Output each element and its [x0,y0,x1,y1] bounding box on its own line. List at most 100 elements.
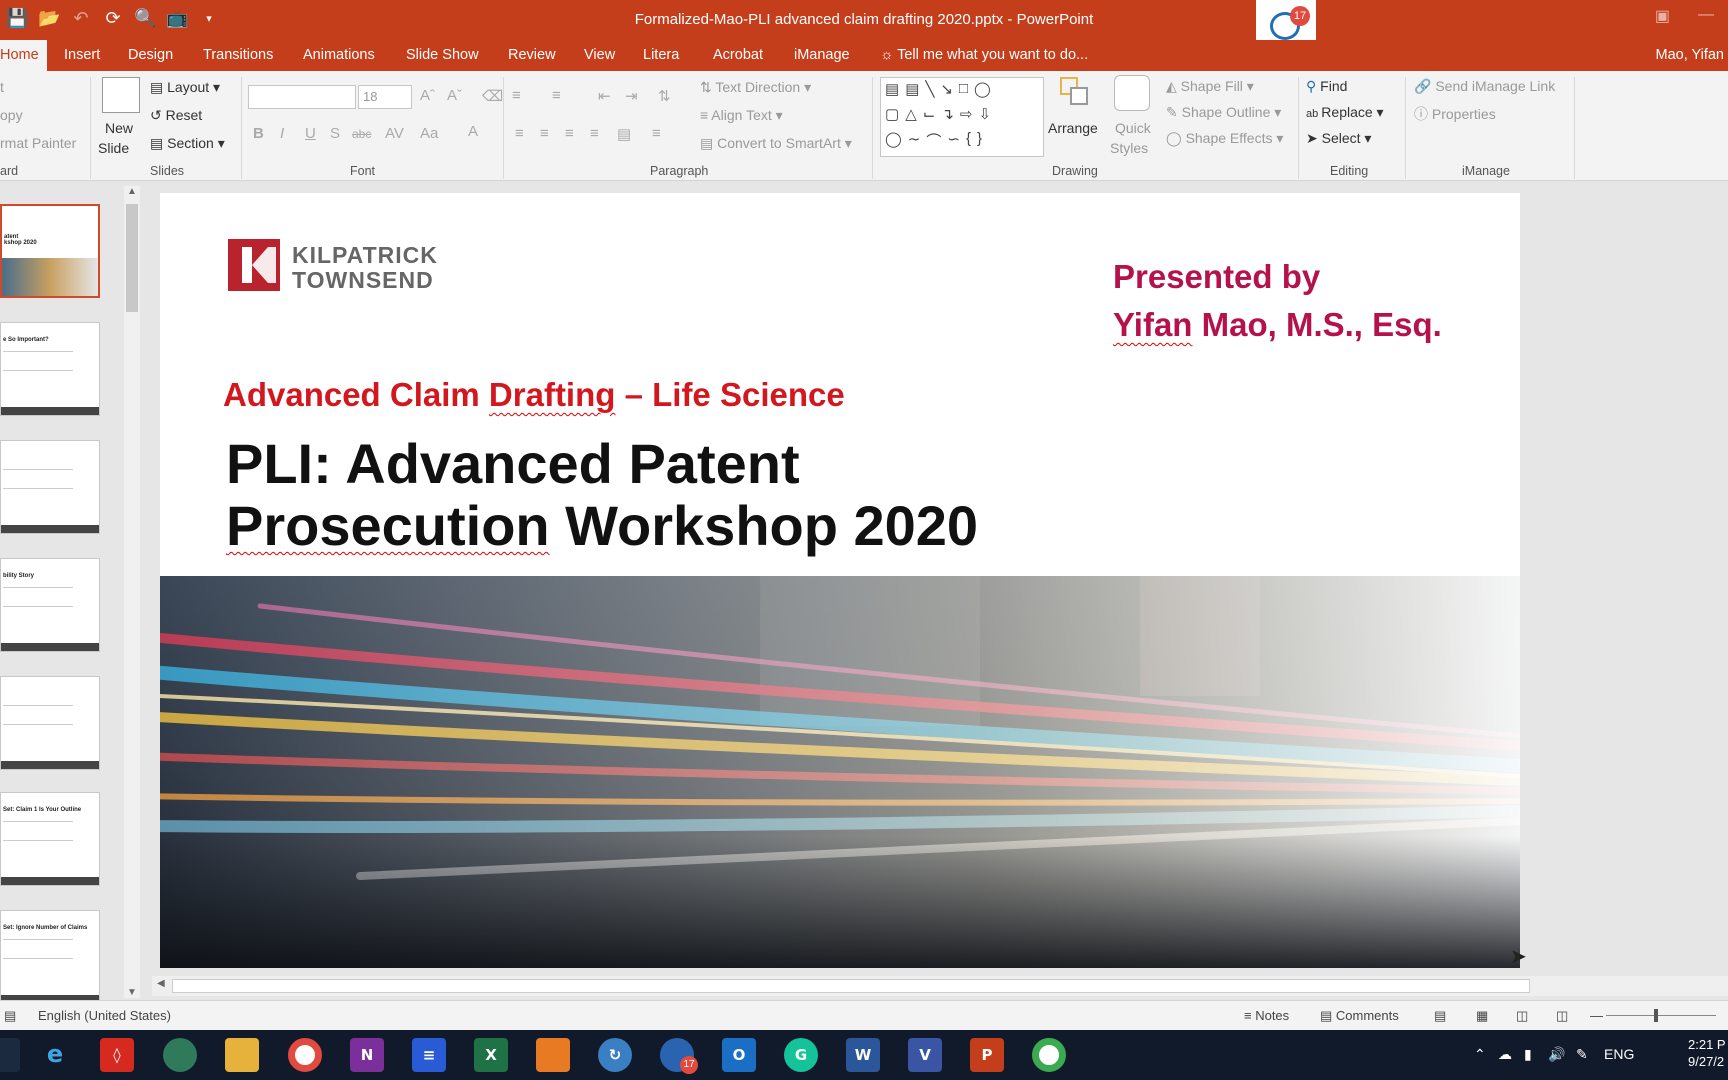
chat-app-icon[interactable]: 17 [660,1038,698,1074]
columns-icon[interactable]: ▤ [617,125,631,143]
battery-icon[interactable]: ▮ [1524,1046,1532,1063]
zoom-slider[interactable] [1606,1015,1716,1016]
tab-home[interactable]: Home [0,40,47,71]
replace-button[interactable]: ab Replace ▾ [1306,104,1384,121]
align-center-icon[interactable]: ≡ [540,125,549,142]
tab-litera[interactable]: Litera [635,40,687,71]
shape-fill-button[interactable]: ◭ Shape Fill ▾ [1166,78,1254,95]
section-button[interactable]: ▤ Section ▾ [150,135,225,152]
slide-thumbnail-5[interactable] [0,676,100,770]
scrollbar-thumb[interactable] [172,979,1530,993]
browser-globe-icon[interactable] [163,1038,197,1072]
refresh-app-icon[interactable]: ↻ [598,1038,632,1072]
zoom-out-icon[interactable]: — [1590,1008,1603,1023]
shapes-gallery[interactable]: ▤ ▤ ╲ ↘ □ ◯ ▢ △ ⌙ ↴ ⇨ ⇩ ◯ ∼ ⌒ ∽{} [880,77,1044,157]
numbering-icon[interactable]: ≡ [552,87,561,104]
font-size-box[interactable]: 18 [358,85,412,109]
volume-icon[interactable]: 🔊 [1548,1046,1565,1063]
arrange-button[interactable]: Arrange [1048,120,1098,136]
slide-thumbnail-7[interactable]: Set: Ignore Number of Claims [0,910,100,1004]
start-icon[interactable] [0,1038,20,1072]
tab-insert[interactable]: Insert [56,40,108,71]
find-button[interactable]: ⚲ Find [1306,78,1347,95]
increase-indent-icon[interactable]: ⇥ [625,87,638,105]
new-slide-dropdown[interactable]: Slide [98,140,129,156]
tab-transitions[interactable]: Transitions [195,40,281,71]
visio-icon[interactable]: V [908,1038,942,1072]
tab-acrobat[interactable]: Acrobat [705,40,771,71]
chrome-profile-icon[interactable] [1032,1038,1066,1072]
scrollbar-thumb[interactable] [126,204,138,312]
tell-me-box[interactable]: ☼ Tell me what you want to do... [880,40,1088,71]
tab-view[interactable]: View [576,40,623,71]
slide-canvas[interactable]: KILPATRICK TOWNSEND Presented by Yifan M… [160,193,1520,968]
thumbnail-scrollbar[interactable]: ▲ ▼ [124,186,140,998]
bold-icon[interactable]: B [253,125,264,142]
slide-horizontal-scrollbar[interactable]: ◀ [152,976,1728,996]
normal-view-icon[interactable]: ▤ [1434,1008,1446,1024]
scroll-up-icon[interactable]: ▲ [127,186,137,197]
minimize-icon[interactable]: — [1698,6,1714,26]
character-spacing-icon[interactable]: AV [385,125,404,142]
font-color-icon[interactable]: A [468,123,478,140]
shape-effects-button[interactable]: ◯ Shape Effects ▾ [1166,130,1283,147]
language-indicator[interactable]: ENG [1604,1046,1634,1062]
bullets-icon[interactable]: ≡ [512,87,521,104]
outlook-icon[interactable]: O [722,1038,756,1072]
strikethrough-icon[interactable]: abc [352,127,371,141]
scroll-down-icon[interactable]: ▼ [127,987,137,998]
slide-thumbnail-4[interactable]: bility Story [0,558,100,652]
grow-font-icon[interactable]: Aˆ [420,87,435,104]
align-right-icon[interactable]: ≡ [565,125,574,142]
paragraph-more-icon[interactable]: ≡ [652,125,661,142]
justify-icon[interactable]: ≡ [590,125,599,142]
send-imanage-link-button[interactable]: 🔗 Send iManage Link [1414,78,1555,95]
format-painter-button[interactable]: rmat Painter [0,135,76,151]
align-left-icon[interactable]: ≡ [515,125,524,142]
copy-button[interactable]: opy [0,107,23,123]
chrome-icon[interactable] [288,1038,322,1072]
reset-button[interactable]: ↺ Reset [150,107,202,124]
tray-chevron-icon[interactable]: ⌃ [1474,1046,1486,1063]
slide-thumbnail-3[interactable] [0,440,100,534]
zoom-slider-thumb[interactable] [1654,1009,1658,1022]
properties-button[interactable]: ⓘ Properties [1414,104,1496,124]
slide-thumbnail-1[interactable]: atent kshop 2020 [0,204,100,298]
select-button[interactable]: ➤ Select ▾ [1306,130,1371,147]
shadow-icon[interactable]: S [330,125,340,142]
text-direction-button[interactable]: ⇅ Text Direction ▾ [700,79,811,96]
tab-animations[interactable]: Animations [295,40,383,71]
slide-thumbnail-2[interactable]: e So Important? [0,322,100,416]
document-app-icon[interactable]: ≡ [412,1038,446,1072]
convert-smartart-button[interactable]: ▤ Convert to SmartArt ▾ [700,135,852,152]
decrease-indent-icon[interactable]: ⇤ [598,87,611,105]
quick-styles-dropdown[interactable]: Styles [1110,140,1148,156]
layout-button[interactable]: ▤ Layout ▾ [150,79,220,96]
onenote-icon[interactable]: N [350,1038,384,1072]
comments-button[interactable]: ▤ Comments [1320,1008,1399,1024]
new-slide-label[interactable]: New [105,120,133,136]
powerpoint-icon[interactable]: P [970,1038,1004,1072]
reading-view-icon[interactable]: ◫ [1516,1008,1528,1024]
user-name[interactable]: Mao, Yifan [1655,40,1724,71]
slide-sorter-icon[interactable]: ▦ [1476,1008,1488,1024]
acrobat-icon[interactable]: ◊ [100,1038,134,1072]
tab-imanage[interactable]: iManage [786,40,858,71]
cut-button[interactable]: t [0,79,4,95]
quick-styles-label[interactable]: Quick [1115,120,1151,136]
file-explorer-icon[interactable] [225,1038,259,1072]
word-icon[interactable]: W [846,1038,880,1072]
onedrive-icon[interactable]: ☁ [1498,1046,1512,1063]
language-status[interactable]: English (United States) [38,1008,171,1023]
excel-icon[interactable]: X [474,1038,508,1072]
tab-design[interactable]: Design [120,40,181,71]
slide-thumbnail-6[interactable]: Set: Claim 1 Is Your Outline [0,792,100,886]
shrink-font-icon[interactable]: Aˇ [447,87,462,104]
italic-icon[interactable]: I [280,125,284,142]
underline-icon[interactable]: U [305,125,316,142]
tab-review[interactable]: Review [500,40,564,71]
notes-button[interactable]: ≡ Notes [1244,1008,1289,1023]
internet-explorer-icon[interactable]: e [38,1038,72,1072]
align-text-button[interactable]: ≡ Align Text ▾ [700,107,783,124]
ribbon-display-icon[interactable]: ▣ [1655,6,1670,26]
